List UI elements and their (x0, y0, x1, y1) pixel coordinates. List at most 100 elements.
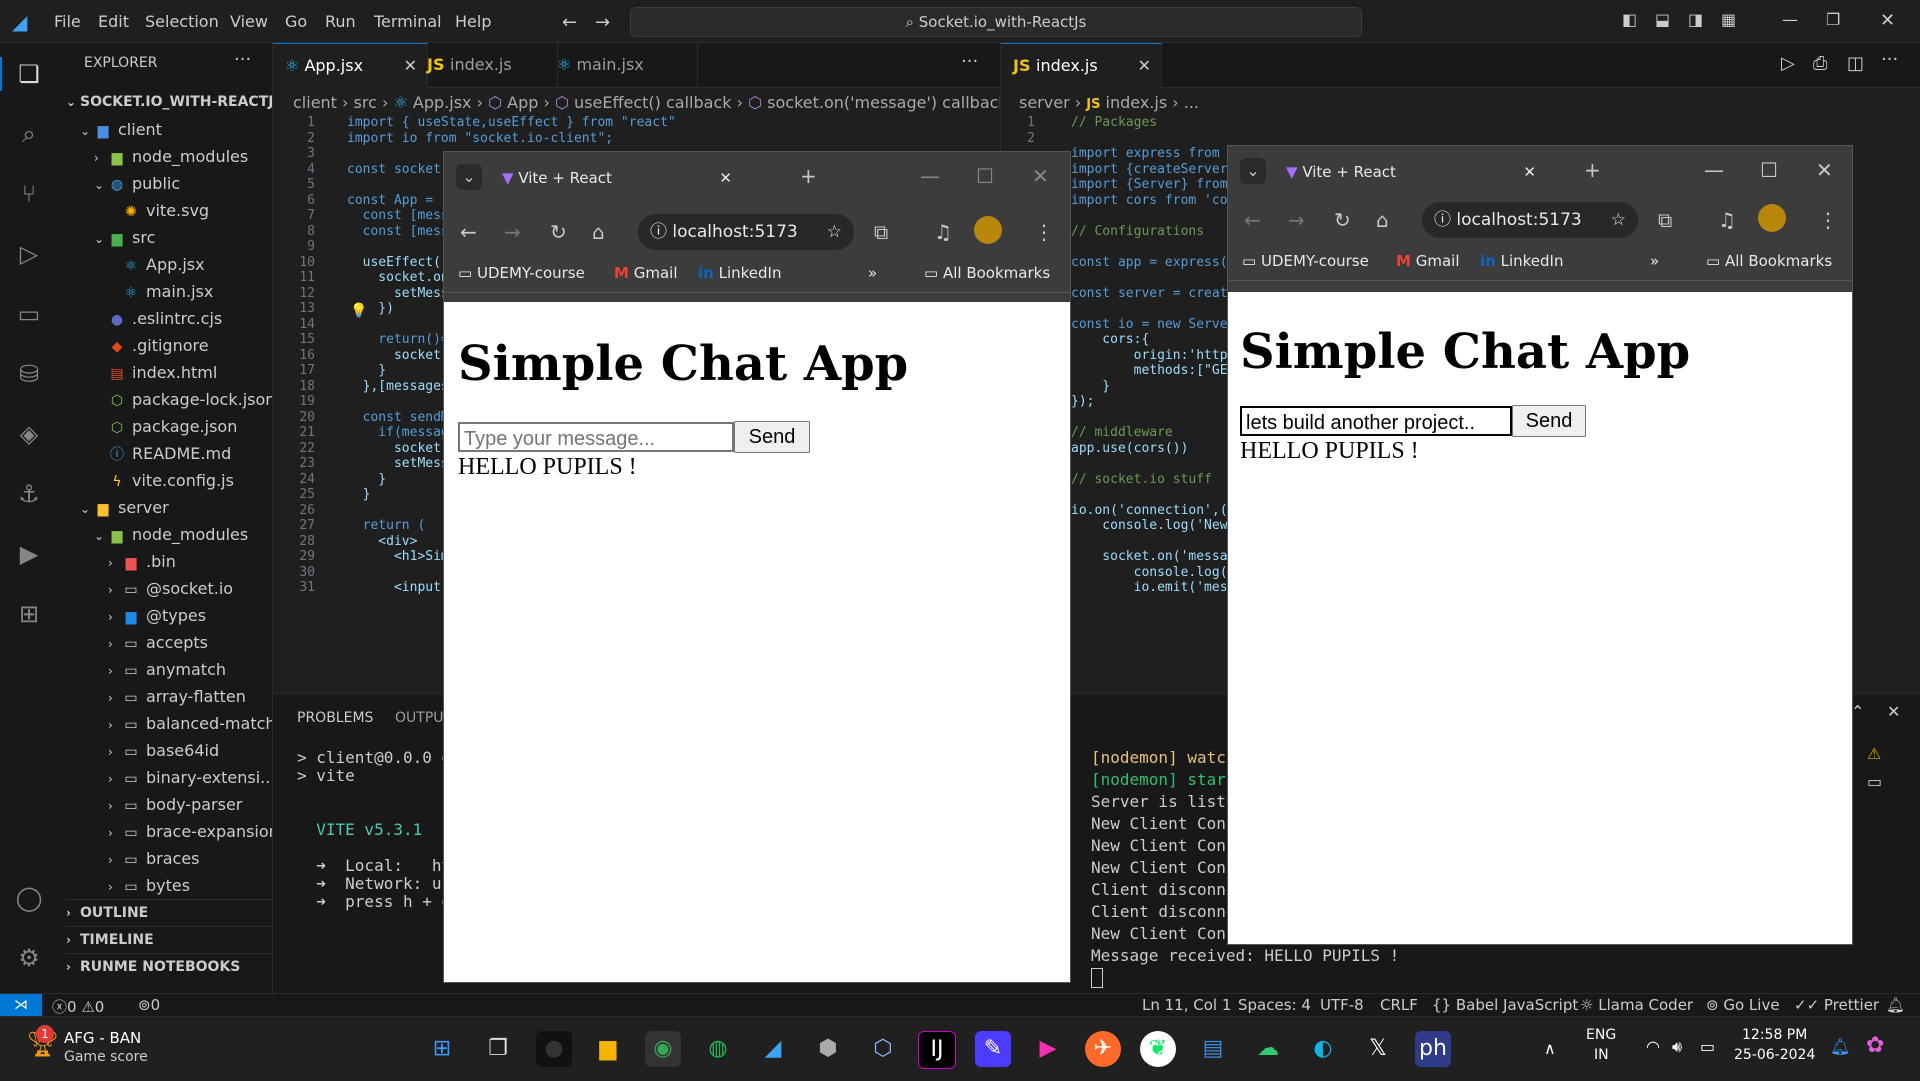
tree-folder-server-node-modules[interactable]: ⌄ ▆ node_modules (94, 521, 272, 548)
remote-explorer-icon[interactable]: ▭ (14, 299, 44, 329)
extensions-icon[interactable]: ⧉ (874, 220, 888, 244)
tree-folder-socketio[interactable]: › ▭ @socket.io (108, 575, 272, 602)
more-actions-icon[interactable]: ··· (1881, 49, 1898, 70)
tab-problems[interactable]: PROBLEMS (297, 710, 373, 726)
bookmark-star-icon[interactable]: ☆ (1611, 202, 1626, 238)
ports-indicator[interactable]: ⊚0 (138, 996, 160, 1014)
minimize-icon[interactable]: — (920, 164, 940, 188)
search-icon[interactable]: ⌕ (14, 119, 44, 149)
intellij-icon[interactable]: IJ (918, 1031, 956, 1069)
all-bookmarks[interactable]: ▭ All Bookmarks (1706, 252, 1832, 270)
clock-time[interactable]: 12:58 PM (1742, 1027, 1807, 1043)
tree-file-vite-config[interactable]: ϟ vite.config.js (108, 467, 272, 494)
tree-folder-bin[interactable]: › ▆ .bin (108, 548, 272, 575)
crumb-socket-on[interactable]: socket.on('message') callback (767, 93, 1008, 112)
forward-arrow-icon[interactable]: → (595, 12, 610, 33)
crumb-file[interactable]: index.js (1106, 93, 1168, 112)
tree-folder-client[interactable]: ⌄ ▆ client (80, 116, 272, 143)
forward-icon[interactable]: → (1288, 208, 1305, 232)
print-icon[interactable]: ⎙ (1813, 53, 1827, 74)
copilot-icon[interactable]: ✿ (1866, 1033, 1884, 1058)
reload-icon[interactable]: ↻ (550, 220, 567, 244)
restore-icon[interactable]: ❐ (1826, 10, 1840, 29)
all-bookmarks[interactable]: ▭ All Bookmarks (924, 264, 1050, 282)
send-button[interactable]: Send (734, 421, 810, 453)
tree-folder-src[interactable]: ⌄ ▆ src (94, 224, 272, 251)
chrome-icon[interactable]: ◉ (645, 1031, 681, 1067)
tree-folder-node-modules[interactable]: › ▆ node_modules (94, 143, 272, 170)
maximize-icon[interactable]: ☐ (976, 164, 994, 188)
account-icon[interactable]: ◯ (14, 883, 44, 913)
lightbulb-icon[interactable]: 💡 (350, 303, 367, 319)
run-debug-icon[interactable]: ▷ (14, 239, 44, 269)
file-explorer-icon[interactable]: ▆ (590, 1031, 626, 1067)
terminal-icon[interactable]: ▭ (1867, 772, 1882, 791)
tab-index-js[interactable]: JS index.js (415, 43, 558, 87)
runme-icon[interactable]: ▶ (14, 539, 44, 569)
crumb-file[interactable]: App.jsx (413, 93, 472, 112)
tree-folder-braces[interactable]: › ▭ braces (108, 845, 272, 872)
more-actions-icon[interactable]: ··· (234, 49, 251, 70)
tree-file-index-html[interactable]: ▤ index.html (108, 359, 272, 386)
tree-file-vite-svg[interactable]: ✺ vite.svg (122, 197, 272, 224)
problems-indicator[interactable]: ⓧ0 ⚠0 (52, 996, 104, 1017)
region-indicator[interactable]: IN (1594, 1047, 1609, 1063)
browser-tab[interactable]: ▼ Vite + React ✕ (492, 160, 742, 196)
extensions-icon[interactable]: ⊞ (14, 599, 44, 629)
split-editor-icon[interactable]: ◫ (1847, 53, 1864, 74)
more-actions-icon[interactable]: ··· (961, 51, 978, 72)
run-icon[interactable]: ▷ (1781, 53, 1795, 74)
edge-icon[interactable]: ◐ (1305, 1031, 1341, 1067)
more-bookmarks-icon[interactable]: » (868, 264, 877, 282)
tab-index-js-right[interactable]: JS index.js ✕ (1001, 43, 1162, 88)
tree-folder-server[interactable]: ⌄ ▆ server (80, 494, 272, 521)
tree-folder-public[interactable]: ⌄ ◍ public (94, 170, 272, 197)
crumb-more[interactable]: ... (1184, 93, 1199, 112)
site-info-icon[interactable]: ⓘ (1434, 210, 1451, 230)
close-panel-icon[interactable]: ✕ (1887, 702, 1900, 721)
back-arrow-icon[interactable]: ← (562, 12, 577, 33)
notification-bell-icon[interactable]: 🔔︎ (1830, 1037, 1850, 1056)
menu-go[interactable]: Go (285, 12, 307, 31)
close-window-icon[interactable]: ✕ (1816, 158, 1833, 182)
minimize-icon[interactable]: — (1704, 158, 1724, 182)
crumb-useeffect[interactable]: useEffect() callback (574, 93, 731, 112)
tree-folder-balanced-match[interactable]: › ▭ balanced-match (108, 710, 272, 737)
settings-gear-icon[interactable]: ⚙ (14, 943, 44, 973)
address-bar[interactable]: ⓘ localhost:5173 ☆ (638, 214, 854, 250)
source-control-icon[interactable]: ⑂ (14, 179, 44, 209)
tree-file-package-json[interactable]: ⬡ package.json (108, 413, 272, 440)
database-icon[interactable]: ⛁ (14, 359, 44, 389)
message-input[interactable]: lets build another project.. (1240, 406, 1512, 436)
site-info-icon[interactable]: ⓘ (650, 222, 667, 242)
media-control-icon[interactable]: ♫ (934, 220, 952, 244)
chat-app-icon[interactable]: ☁ (1250, 1031, 1286, 1067)
toggle-secondary-sidebar-icon[interactable]: ◨ (1688, 10, 1703, 29)
bookmark-gmail[interactable]: M Gmail (1396, 252, 1459, 270)
close-tab-icon[interactable]: ✕ (719, 160, 732, 196)
minimize-icon[interactable]: — (1782, 10, 1798, 29)
browser-tab[interactable]: ▼ Vite + React ✕ (1276, 154, 1546, 190)
media-control-icon[interactable]: ♫ (1718, 208, 1736, 232)
tree-file-package-lock[interactable]: ⬡ package-lock.json (108, 386, 272, 413)
mongodb-icon[interactable]: ❦ (1140, 1031, 1176, 1067)
prettier[interactable]: ✓✓ Prettier (1794, 996, 1879, 1014)
menu-selection[interactable]: Selection (145, 12, 219, 31)
tree-file-main-jsx[interactable]: ⚛ main.jsx (122, 278, 272, 305)
runme-notebooks-section[interactable]: › RUNME NOTEBOOKS (66, 953, 272, 981)
widget-subtitle[interactable]: Game score (64, 1049, 148, 1065)
message-input[interactable]: Type your message... (458, 422, 734, 452)
crumb-client[interactable]: client (293, 93, 337, 112)
command-center-search[interactable]: ⌕ Socket.io_with-ReactJs (630, 7, 1362, 37)
crumb-app[interactable]: App (507, 93, 538, 112)
menu-view[interactable]: View (230, 12, 268, 31)
bookmark-linkedin[interactable]: in LinkedIn (698, 264, 781, 282)
menu-edit[interactable]: Edit (98, 12, 129, 31)
menu-terminal[interactable]: Terminal (374, 12, 442, 31)
layers-icon[interactable]: ◈ (14, 419, 44, 449)
bookmark-udemy[interactable]: ▭ UDEMY-course (458, 264, 585, 282)
terminal-app-icon[interactable]: ▶ (1030, 1031, 1066, 1067)
forward-icon[interactable]: → (504, 220, 521, 244)
go-live[interactable]: ⊚ Go Live (1706, 996, 1780, 1014)
back-icon[interactable]: ← (460, 220, 477, 244)
